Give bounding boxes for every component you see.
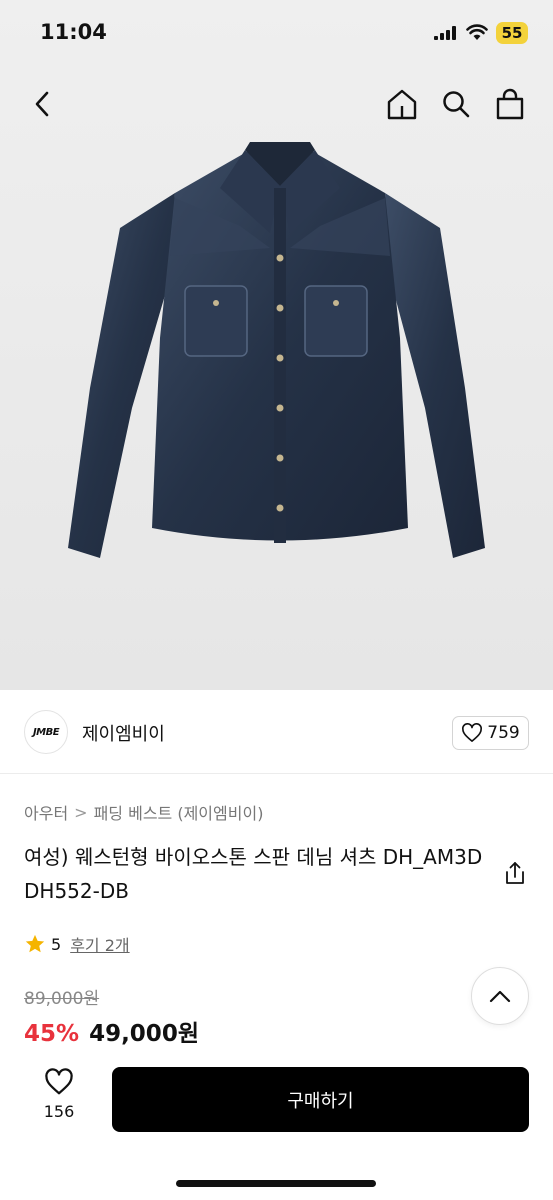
breadcrumb-subcategory[interactable]: 패딩 베스트 (제이엠비이) [94, 800, 264, 824]
back-button[interactable] [26, 88, 58, 120]
share-icon[interactable] [502, 860, 528, 886]
sale-price: 49,000원 [89, 1021, 199, 1047]
signal-icon [434, 26, 456, 40]
denim-shirt-image [68, 142, 485, 558]
brand-row: JMBE 제이엠비이 759 [0, 690, 553, 774]
search-icon [443, 91, 470, 118]
chevron-up-icon [489, 990, 511, 1003]
breadcrumb: 아우터 > 패딩 베스트 (제이엠비이) [24, 800, 263, 824]
star-icon [25, 934, 45, 953]
home-button[interactable] [386, 88, 418, 120]
cart-icon [496, 88, 524, 120]
product-hero: 11:04 55 [0, 0, 553, 690]
rating-row: 5 후기 2개 [24, 932, 130, 956]
back-icon [35, 91, 49, 117]
brand-logo[interactable]: JMBE [24, 710, 68, 754]
bottom-bar: 156 구매하기 [0, 1050, 553, 1200]
like-count: 759 [487, 723, 520, 743]
buy-button[interactable]: 구매하기 [112, 1067, 529, 1132]
wish-button[interactable]: 156 [30, 1068, 88, 1138]
home-indicator [176, 1180, 376, 1187]
discount-rate: 45% [24, 1021, 80, 1047]
status-bar: 11:04 55 [0, 0, 553, 64]
status-time: 11:04 [40, 20, 107, 44]
heart-icon [462, 723, 483, 742]
home-icon [387, 89, 417, 120]
price-row: 45% 49,000원 [24, 1014, 199, 1048]
search-button[interactable] [440, 88, 472, 120]
like-button[interactable]: 759 [452, 716, 529, 750]
scroll-top-button[interactable] [471, 967, 529, 1025]
brand-name[interactable]: 제이엠비이 [82, 720, 165, 746]
product-title: 여성) 웨스턴형 바이오스톤 스판 데님 셔츠 DH_AM3DDH552-DB [24, 845, 483, 903]
wish-count: 156 [43, 1102, 75, 1121]
heart-icon [45, 1068, 73, 1095]
original-price: 89,000원 [24, 989, 100, 1009]
breadcrumb-category[interactable]: 아우터 [24, 800, 68, 824]
wifi-icon [466, 24, 488, 40]
breadcrumb-separator: > [74, 802, 88, 822]
rating-score: 5 [51, 934, 62, 954]
cart-button[interactable] [494, 88, 526, 120]
review-link[interactable]: 후기 2개 [70, 932, 129, 956]
battery-icon: 55 [496, 22, 528, 44]
nav-bar [0, 80, 553, 128]
